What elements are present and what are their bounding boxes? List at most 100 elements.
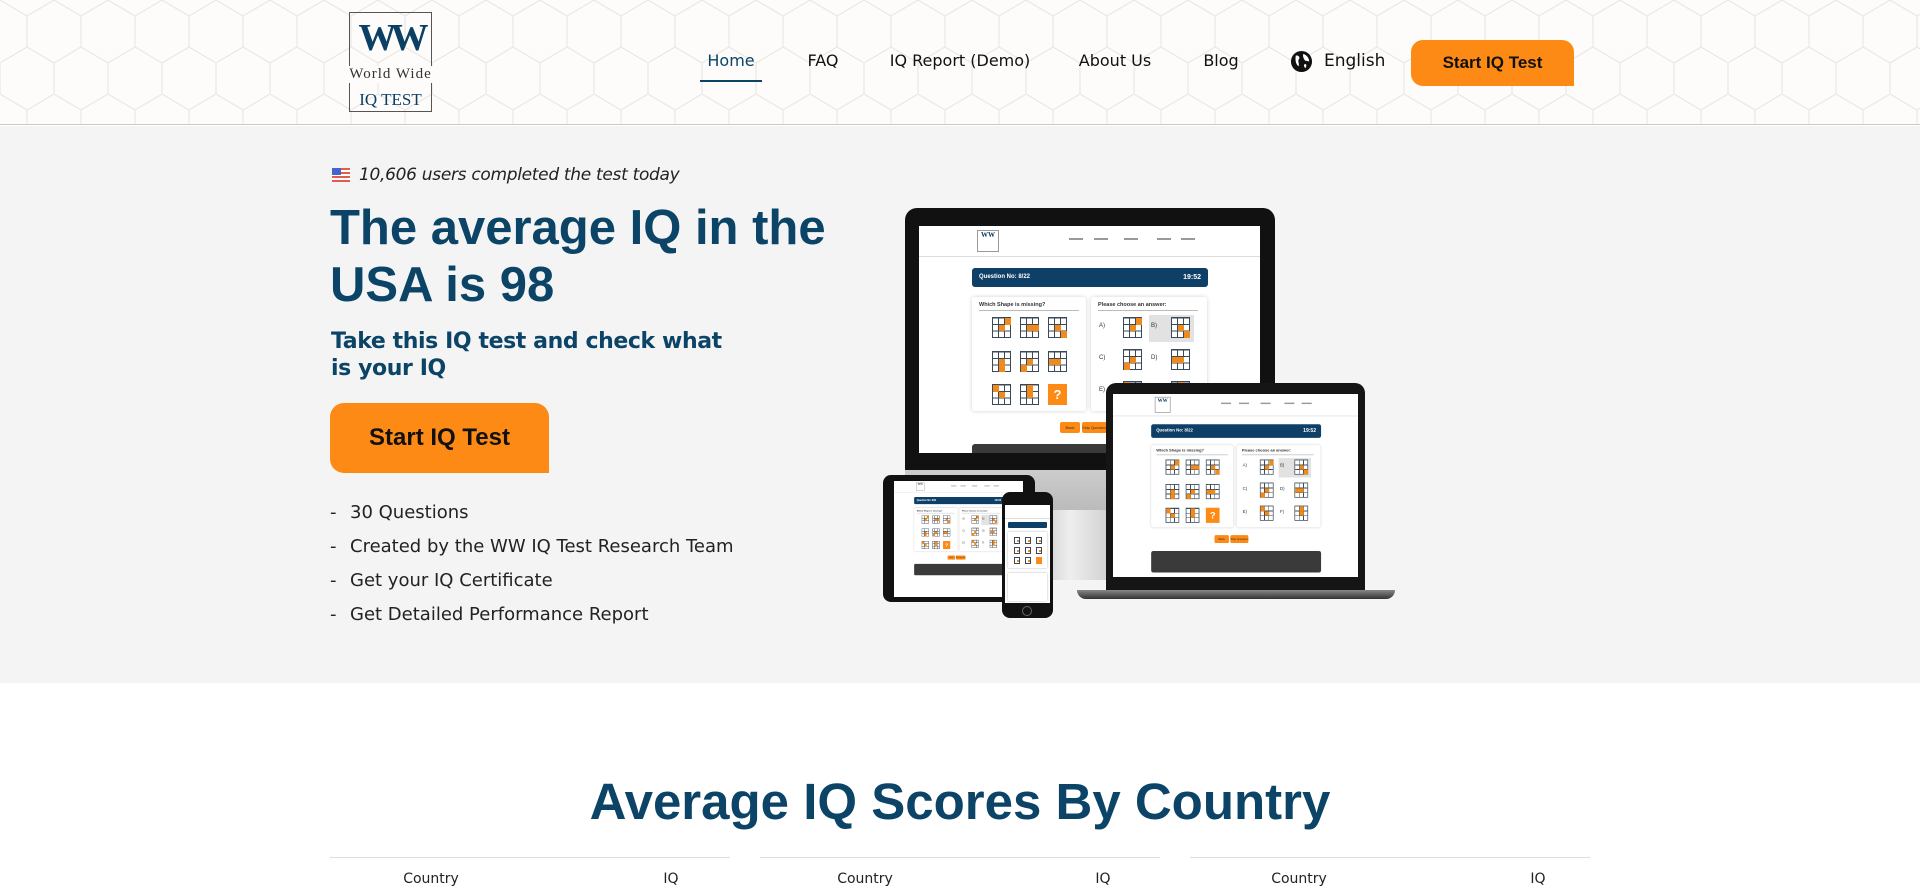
- phone-home-button: [1022, 606, 1032, 616]
- missing-shape: [1036, 557, 1042, 564]
- mini-nav-item: [1284, 402, 1295, 405]
- question-navigator: [914, 563, 1004, 576]
- puzzle-grid-icon: [1171, 349, 1190, 370]
- users-today-text: 10,606 users completed the test today: [359, 165, 680, 185]
- puzzle-grid-icon: [932, 528, 940, 537]
- orange-cell: [1215, 469, 1220, 475]
- mini-nav-item: [1239, 402, 1250, 405]
- laptop-base: [1077, 590, 1395, 599]
- back-button: Back: [947, 555, 956, 560]
- feature-text: 30 Questions: [350, 502, 469, 523]
- orange-cell: [992, 542, 995, 546]
- answer-option-label: E): [1099, 387, 1105, 393]
- puzzle-grid-icon: [1294, 459, 1309, 475]
- question-bar: Question No: 8/22 19:52: [914, 496, 1004, 505]
- mini-nav-item: [951, 485, 957, 487]
- puzzle-grid-icon: [1036, 547, 1042, 554]
- column-header-iq[interactable]: IQ: [1095, 871, 1110, 887]
- nav-blog[interactable]: Blog: [1203, 51, 1238, 70]
- mini-logo: WW: [1154, 396, 1171, 413]
- feature-text: Get Detailed Performance Report: [350, 604, 649, 625]
- answer-option-label: C): [1242, 486, 1248, 492]
- puzzle-grid-icon: [1294, 505, 1309, 521]
- logo-line2: IQ TEST: [359, 90, 422, 109]
- orange-cell: [1033, 324, 1039, 331]
- mini-logo: WW: [916, 482, 925, 491]
- orange-cell: [1027, 358, 1033, 365]
- timer: 19:52: [1303, 428, 1317, 434]
- hero-subtitle: Take this IQ test and check what is your…: [331, 329, 722, 381]
- orange-cell: [974, 542, 977, 546]
- column-header-iq[interactable]: IQ: [663, 871, 678, 887]
- puzzle-grid-icon: [1048, 351, 1067, 372]
- orange-cell: [1264, 511, 1270, 516]
- orange-cell: [926, 515, 929, 519]
- missing-shape: ?: [1048, 384, 1067, 405]
- orange-cell: [1299, 487, 1304, 493]
- language-selector[interactable]: English: [1324, 51, 1385, 71]
- puzzle-grid-icon: [1025, 557, 1031, 564]
- answer-option-label: D): [1151, 355, 1158, 361]
- column-header-country[interactable]: Country: [837, 871, 893, 887]
- answer-option-label: B): [1280, 463, 1285, 469]
- orange-cell: [999, 324, 1005, 331]
- puzzle-grid-icon: [1185, 484, 1200, 500]
- puzzle-grid-icon: [971, 539, 979, 548]
- answer-option-label: A): [962, 517, 965, 521]
- orange-cell: [976, 515, 979, 519]
- puzzle-grid-icon: [1014, 557, 1020, 564]
- nav-about-us[interactable]: About Us: [1079, 51, 1151, 70]
- orange-cell: [935, 543, 938, 547]
- puzzle-grid-icon: [1259, 482, 1274, 498]
- column-header-country[interactable]: Country: [1271, 871, 1327, 887]
- puzzle-grid-icon: [971, 515, 979, 524]
- orange-cell: [947, 520, 951, 524]
- puzzle-grid-icon: [1020, 384, 1039, 405]
- feature-list: -30 Questions - Created by the WW IQ Test…: [330, 502, 734, 638]
- puzzle-grid-icon: [1020, 351, 1039, 372]
- timer: 19:52: [994, 499, 1002, 502]
- puzzle-grid-icon: [992, 317, 1011, 338]
- puzzle-grid-icon: [1123, 349, 1142, 370]
- column-header-iq[interactable]: IQ: [1530, 871, 1545, 887]
- question-panel: Which Shape is missing??: [972, 297, 1086, 411]
- question-panel: Which Shape is missing??: [914, 507, 958, 552]
- feature-item: - Get your IQ Certificate: [330, 570, 734, 604]
- feature-item: - Get Detailed Performance Report: [330, 604, 734, 638]
- quiz-screen: WW Question No: 8/22 19:52 Which Shape is m…: [1113, 394, 1358, 577]
- puzzle-grid-icon: [989, 527, 997, 536]
- puzzle-grid-icon: [1025, 547, 1031, 554]
- orange-cell: [1174, 460, 1180, 465]
- globe-icon[interactable]: [1290, 50, 1313, 73]
- iq-table-2: Country IQ: [760, 857, 1160, 888]
- nav-iq-report[interactable]: IQ Report (Demo): [890, 51, 1031, 70]
- puzzle-grid-icon: [1014, 547, 1020, 554]
- scores-section-title: Average IQ Scores By Country: [589, 773, 1331, 830]
- mini-nav-item: [1157, 238, 1171, 240]
- orange-cell: [992, 530, 995, 534]
- answer-option-label: D): [982, 530, 985, 533]
- orange-cell: [1178, 356, 1184, 363]
- feature-text: Get your IQ Certificate: [350, 570, 553, 591]
- puzzle-grid-icon: [1020, 317, 1039, 338]
- orange-cell: [1170, 513, 1175, 518]
- column-header-country[interactable]: Country: [403, 871, 459, 887]
- nav-home[interactable]: Home: [707, 51, 754, 70]
- back-button: Back: [1214, 535, 1229, 544]
- header-start-test-button[interactable]: Start IQ Test: [1411, 40, 1574, 86]
- puzzle-grid-icon: [1205, 459, 1220, 475]
- nav-faq[interactable]: FAQ: [808, 51, 839, 70]
- answer-option-label: E): [1242, 509, 1247, 515]
- orange-cell: [1130, 324, 1136, 331]
- puzzle-grid-icon: [1205, 484, 1220, 500]
- orange-cell: [1130, 356, 1136, 363]
- orange-cell: [924, 533, 927, 537]
- answer-option-label: C): [962, 530, 965, 533]
- site-logo[interactable]: WW World Wide IQ TEST: [343, 12, 438, 112]
- orange-cell: [1264, 464, 1270, 470]
- hero-start-test-button[interactable]: Start IQ Test: [330, 403, 549, 473]
- puzzle-grid-icon: [992, 384, 1011, 405]
- orange-cell: [1136, 318, 1142, 325]
- bullet-dash: -: [330, 502, 337, 523]
- feature-item: - Created by the WW IQ Test Research Team: [330, 536, 734, 570]
